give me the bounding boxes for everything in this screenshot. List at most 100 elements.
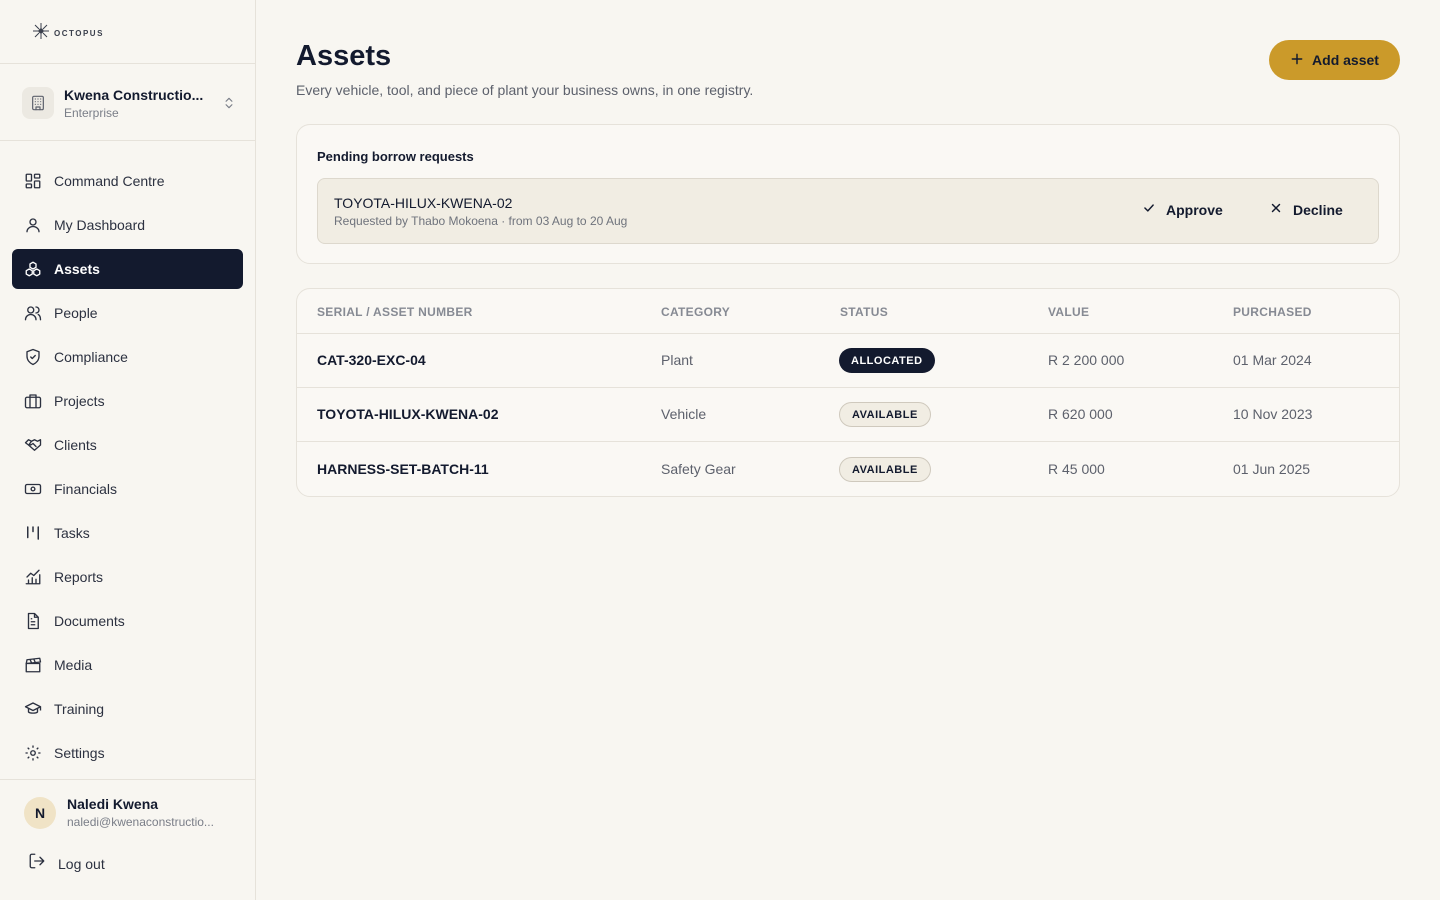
status-badge: ALLOCATED [839, 348, 935, 373]
sidebar-item-label: Clients [54, 437, 97, 453]
column-header-purchased[interactable]: PURCHASED [1233, 305, 1312, 319]
octopus-logo-icon [32, 22, 50, 45]
gear-icon [24, 744, 42, 762]
building-icon [22, 87, 54, 119]
divider [0, 140, 255, 141]
grid-icon [24, 172, 42, 190]
add-asset-label: Add asset [1312, 52, 1379, 68]
asset-category: Safety Gear [661, 461, 736, 477]
sidebar-item-assets[interactable]: Assets [12, 249, 243, 289]
shield-check-icon [24, 348, 42, 366]
asset-purchased: 01 Mar 2024 [1233, 352, 1312, 368]
pending-requests-card: Pending borrow requests TOYOTA-HILUX-KWE… [296, 124, 1400, 264]
users-icon [24, 304, 42, 322]
sidebar-item-label: My Dashboard [54, 217, 146, 233]
asset-purchased: 01 Jun 2025 [1233, 461, 1311, 477]
sidebar-item-projects[interactable]: Projects [12, 381, 243, 421]
sidebar-item-financials[interactable]: Financials [12, 469, 243, 509]
asset-value: R 620 000 [1048, 406, 1113, 422]
logo-text: OCTOPUS [54, 29, 104, 38]
asset-serial: HARNESS-SET-BATCH-11 [317, 461, 489, 477]
table-row[interactable]: HARNESS-SET-BATCH-11 Safety Gear AVAILAB… [297, 443, 1399, 496]
close-icon [1269, 201, 1283, 218]
sidebar-item-label: People [54, 305, 98, 321]
decline-label: Decline [1293, 201, 1343, 218]
check-icon [1142, 201, 1156, 218]
column-header-serial[interactable]: SERIAL / ASSET NUMBER [317, 305, 473, 319]
logout-button[interactable]: Log out [28, 852, 105, 875]
sidebar-item-tasks[interactable]: Tasks [12, 513, 243, 553]
clapperboard-icon [24, 656, 42, 674]
sidebar-item-clients[interactable]: Clients [12, 425, 243, 465]
divider [0, 779, 255, 780]
approve-label: Approve [1166, 201, 1223, 218]
banknote-icon [24, 480, 42, 498]
plus-icon [1290, 52, 1304, 69]
asset-value: R 2 200 000 [1048, 352, 1125, 368]
approve-button[interactable]: Approve [1142, 201, 1223, 218]
sidebar-item-people[interactable]: People [12, 293, 243, 333]
sidebar-item-label: Documents [54, 613, 125, 629]
chart-icon [24, 568, 42, 586]
asset-serial: TOYOTA-HILUX-KWENA-02 [317, 406, 499, 422]
org-switcher[interactable]: Kwena Constructio... Enterprise [22, 84, 236, 122]
assets-table: SERIAL / ASSET NUMBER CATEGORY STATUS VA… [296, 288, 1400, 497]
request-meta: Requested by Thabo Mokoena · from 03 Aug… [334, 214, 628, 228]
sidebar-item-reports[interactable]: Reports [12, 557, 243, 597]
avatar: N [24, 796, 56, 829]
page-subtitle: Every vehicle, tool, and piece of plant … [296, 82, 754, 98]
user-profile[interactable]: N Naledi Kwena naledi@kwenaconstructio..… [24, 796, 238, 829]
sidebar-item-label: Tasks [54, 525, 90, 541]
logout-label: Log out [58, 855, 105, 872]
asset-purchased: 10 Nov 2023 [1233, 406, 1313, 422]
asset-category: Plant [661, 352, 693, 368]
kanban-icon [24, 524, 42, 542]
column-header-value[interactable]: VALUE [1048, 305, 1089, 319]
status-badge: AVAILABLE [839, 457, 931, 482]
borrow-request-row: TOYOTA-HILUX-KWENA-02 Requested by Thabo… [317, 178, 1379, 244]
user-email: naledi@kwenaconstructio... [67, 815, 214, 829]
boxes-icon [24, 260, 42, 278]
sidebar-item-my-dashboard[interactable]: My Dashboard [12, 205, 243, 245]
sidebar-item-compliance[interactable]: Compliance [12, 337, 243, 377]
sidebar-item-documents[interactable]: Documents [12, 601, 243, 641]
user-icon [24, 216, 42, 234]
sidebar-item-label: Command Centre [54, 173, 165, 189]
handshake-icon [24, 436, 42, 454]
decline-button[interactable]: Decline [1269, 201, 1343, 218]
sidebar: OCTOPUS Kwena Constructio... Enterprise … [0, 0, 256, 900]
sidebar-item-label: Compliance [54, 349, 128, 365]
sidebar-item-label: Financials [54, 481, 118, 497]
sidebar-item-label: Assets [54, 261, 100, 277]
sidebar-nav: Command Centre My Dashboard Assets Peopl… [12, 161, 243, 777]
sidebar-item-settings[interactable]: Settings [12, 733, 243, 773]
sidebar-item-training[interactable]: Training [12, 689, 243, 729]
sidebar-item-command-centre[interactable]: Command Centre [12, 161, 243, 201]
asset-serial: CAT-320-EXC-04 [317, 352, 426, 368]
divider [0, 63, 255, 64]
page-title: Assets [296, 40, 392, 72]
briefcase-icon [24, 392, 42, 410]
org-plan: Enterprise [64, 105, 119, 120]
request-asset: TOYOTA-HILUX-KWENA-02 [334, 195, 513, 211]
graduation-cap-icon [24, 700, 42, 718]
logo[interactable]: OCTOPUS [32, 22, 104, 45]
sidebar-item-media[interactable]: Media [12, 645, 243, 685]
table-header: SERIAL / ASSET NUMBER CATEGORY STATUS VA… [297, 289, 1399, 334]
org-name: Kwena Constructio... [64, 86, 204, 103]
add-asset-button[interactable]: Add asset [1269, 40, 1400, 80]
pending-requests-title: Pending borrow requests [317, 149, 474, 164]
user-name: Naledi Kwena [67, 796, 159, 812]
chevrons-up-down-icon [222, 96, 236, 110]
asset-category: Vehicle [661, 406, 707, 422]
column-header-status[interactable]: STATUS [840, 305, 888, 319]
column-header-category[interactable]: CATEGORY [661, 305, 730, 319]
sidebar-item-label: Media [54, 657, 93, 673]
document-icon [24, 612, 42, 630]
sidebar-item-label: Settings [54, 745, 105, 761]
table-row[interactable]: TOYOTA-HILUX-KWENA-02 Vehicle AVAILABLE … [297, 388, 1399, 442]
table-row[interactable]: CAT-320-EXC-04 Plant ALLOCATED R 2 200 0… [297, 334, 1399, 388]
status-badge: AVAILABLE [839, 402, 931, 427]
asset-value: R 45 000 [1048, 461, 1105, 477]
sidebar-item-label: Training [54, 701, 105, 717]
